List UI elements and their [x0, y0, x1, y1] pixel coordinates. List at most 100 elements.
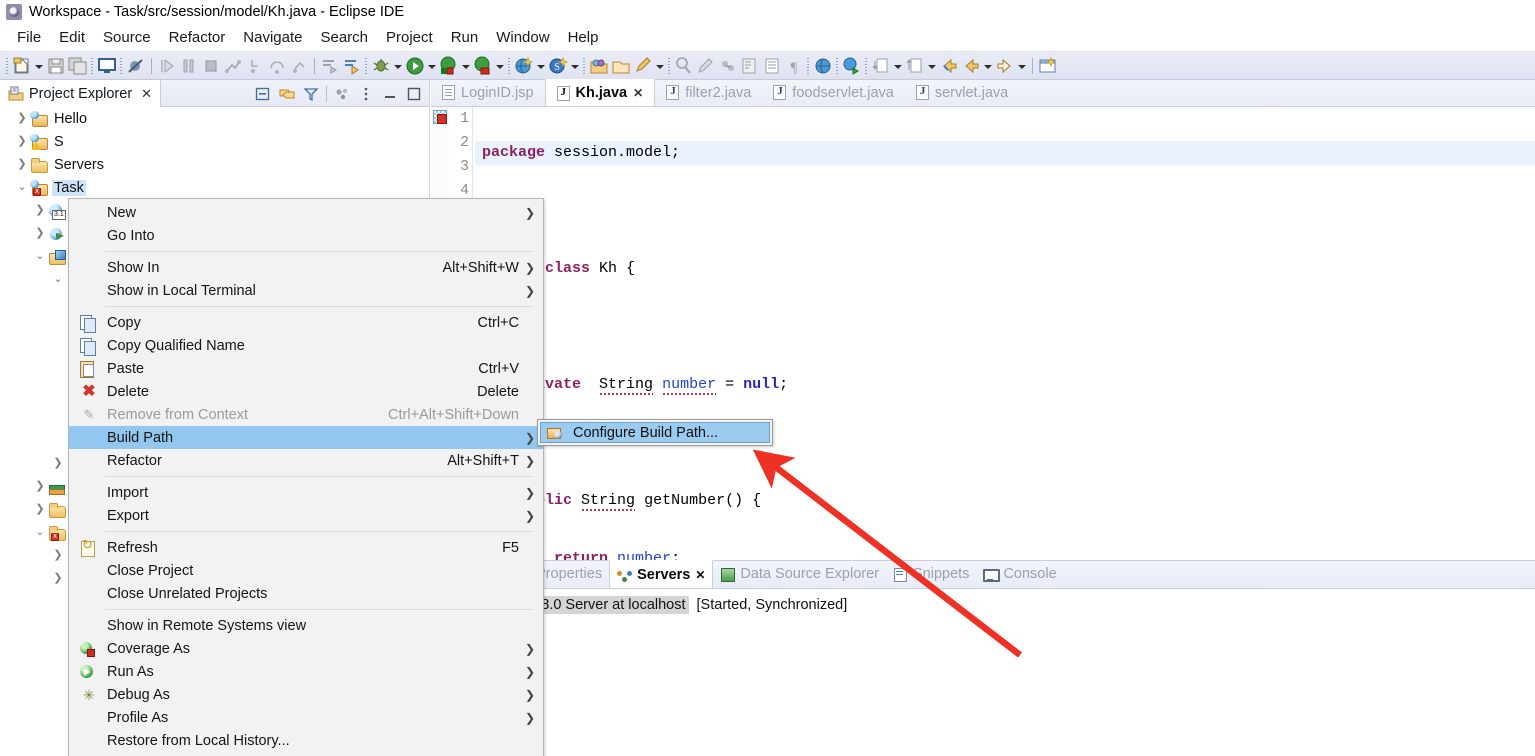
- expand-arrow-icon[interactable]: ❯: [32, 481, 48, 492]
- menu-item-copy[interactable]: Copy Ctrl+C: [69, 311, 543, 334]
- link-with-editor-icon[interactable]: [278, 85, 296, 103]
- view-menu-dots-icon[interactable]: [357, 85, 375, 103]
- tab-snippets[interactable]: Snippets: [886, 560, 976, 588]
- toolbar-grip-9[interactable]: [834, 55, 841, 77]
- servers-view-body[interactable]: v8.0 Server at localhost [Started, Synch…: [431, 593, 1535, 756]
- tab-data-source-explorer[interactable]: Data Source Explorer: [713, 560, 886, 588]
- expand-arrow-icon[interactable]: ❯: [50, 550, 66, 561]
- source-code[interactable]: package session.model; public class Kh {…: [475, 107, 1535, 560]
- menu-file[interactable]: File: [8, 27, 50, 48]
- collapse-arrow-icon[interactable]: ⌄: [50, 274, 66, 285]
- collapse-arrow-icon[interactable]: ⌄: [32, 251, 48, 262]
- code-editor[interactable]: 1 2 3 4 5 6 7 8 9 10 11 12 13 14 15 16 1: [431, 107, 1535, 560]
- next-edit-icon[interactable]: [904, 55, 926, 77]
- forward-dropdown-icon[interactable]: [1016, 55, 1028, 77]
- submenu-item-configure-build-path[interactable]: Configure Build Path...: [540, 422, 770, 443]
- maximize-icon[interactable]: [405, 85, 423, 103]
- collapse-arrow-icon[interactable]: ⌄: [14, 182, 30, 193]
- external-tools-icon[interactable]: [739, 55, 761, 77]
- profile-dropdown-icon[interactable]: [494, 55, 506, 77]
- tree-item-s[interactable]: ❯ S: [0, 130, 429, 153]
- menu-item-export[interactable]: Export ❯: [69, 504, 543, 527]
- tab-servers[interactable]: Servers ✕: [609, 560, 714, 588]
- show-whitespace-icon[interactable]: [761, 55, 783, 77]
- menu-item-show-in[interactable]: Show In Alt+Shift+W ❯: [69, 256, 543, 279]
- build-path-submenu[interactable]: Configure Build Path...: [537, 419, 773, 446]
- menu-item-java-ee-tools[interactable]: Java EE Tools ❯: [69, 752, 543, 756]
- menu-item-restore-from-local-history[interactable]: Restore from Local History...: [69, 729, 543, 752]
- menu-window[interactable]: Window: [487, 27, 558, 48]
- expand-arrow-icon[interactable]: ❯: [14, 159, 30, 170]
- toolbar-grip-8[interactable]: [805, 55, 812, 77]
- toolbar-grip-6[interactable]: [581, 55, 588, 77]
- menu-item-run-as[interactable]: Run As ❯: [69, 660, 543, 683]
- new-server-icon[interactable]: [513, 55, 535, 77]
- save-icon[interactable]: [45, 55, 67, 77]
- search-icon[interactable]: S: [547, 55, 569, 77]
- open-task-icon[interactable]: [610, 55, 632, 77]
- menu-item-show-in-local-terminal[interactable]: Show in Local Terminal ❯: [69, 279, 543, 302]
- menu-item-refresh[interactable]: Refresh F5: [69, 536, 543, 559]
- next-edit-dropdown-icon[interactable]: [926, 55, 938, 77]
- toolbar-grip-10[interactable]: [863, 55, 870, 77]
- menu-item-close-unrelated-projects[interactable]: Close Unrelated Projects: [69, 582, 543, 605]
- minimize-icon[interactable]: [381, 85, 399, 103]
- run-dropdown-icon[interactable]: [426, 55, 438, 77]
- debug-dropdown-icon[interactable]: [392, 55, 404, 77]
- menu-item-refactor[interactable]: Refactor Alt+Shift+T ❯: [69, 449, 543, 472]
- menu-help[interactable]: Help: [559, 27, 608, 48]
- tab-kh-java[interactable]: Kh.java ✕: [544, 79, 656, 106]
- tree-item-task[interactable]: ⌄ Task: [0, 176, 429, 199]
- close-icon[interactable]: ✕: [633, 86, 643, 100]
- open-type-icon[interactable]: [588, 55, 610, 77]
- close-icon[interactable]: ✕: [695, 568, 705, 582]
- step-into-icon[interactable]: [244, 55, 266, 77]
- expand-arrow-icon[interactable]: ❯: [32, 228, 48, 239]
- menu-item-paste[interactable]: Paste Ctrl+V: [69, 357, 543, 380]
- back-icon[interactable]: [938, 55, 960, 77]
- open-console-icon[interactable]: [96, 55, 118, 77]
- menu-edit[interactable]: Edit: [50, 27, 94, 48]
- menu-item-new[interactable]: New ❯: [69, 201, 543, 224]
- next-annotation-icon[interactable]: [319, 55, 341, 77]
- new-perspective-icon[interactable]: [1037, 55, 1059, 77]
- expand-arrow-icon[interactable]: ❯: [32, 205, 48, 216]
- previous-edit-dropdown-icon[interactable]: [892, 55, 904, 77]
- menu-project[interactable]: Project: [377, 27, 442, 48]
- new-java-class-dropdown-icon[interactable]: [654, 55, 666, 77]
- collapse-arrow-icon[interactable]: ⌄: [32, 527, 48, 538]
- menu-item-delete[interactable]: ✖ Delete Delete: [69, 380, 543, 403]
- skip-breakpoints-icon[interactable]: [125, 55, 147, 77]
- run-icon[interactable]: [404, 55, 426, 77]
- tree-item-servers[interactable]: ❯ Servers: [0, 153, 429, 176]
- toolbar-grip-4[interactable]: [363, 55, 370, 77]
- menu-source[interactable]: Source: [94, 27, 160, 48]
- expand-arrow-icon[interactable]: ❯: [14, 136, 30, 147]
- menu-item-close-project[interactable]: Close Project: [69, 559, 543, 582]
- step-over-icon[interactable]: [266, 55, 288, 77]
- disconnect-icon[interactable]: [222, 55, 244, 77]
- open-perspective-icon[interactable]: [841, 55, 863, 77]
- toolbar-grip[interactable]: [4, 55, 11, 77]
- tab-loginid-jsp[interactable]: LoginID.jsp: [431, 79, 545, 106]
- expand-arrow-icon[interactable]: ❯: [14, 113, 30, 124]
- back-history-dropdown-icon[interactable]: [982, 55, 994, 77]
- new-wizard-icon[interactable]: [11, 55, 33, 77]
- new-wizard-dropdown-icon[interactable]: [33, 55, 45, 77]
- tree-item-hello[interactable]: ❯ Hello: [0, 107, 429, 130]
- menu-item-profile-as[interactable]: Profile As ❯: [69, 706, 543, 729]
- profile-icon[interactable]: [472, 55, 494, 77]
- debug-icon[interactable]: [370, 55, 392, 77]
- toolbar-grip-5[interactable]: [506, 55, 513, 77]
- tab-filter2-java[interactable]: filter2.java: [655, 79, 762, 106]
- tab-project-explorer[interactable]: Project Explorer ✕: [0, 80, 162, 107]
- toolbar-grip-7[interactable]: [666, 55, 673, 77]
- coverage-icon[interactable]: [438, 55, 460, 77]
- new-server-dropdown-icon[interactable]: [535, 55, 547, 77]
- pencil-icon[interactable]: [695, 55, 717, 77]
- expand-arrow-icon[interactable]: ❯: [50, 573, 66, 584]
- context-menu[interactable]: New ❯ Go Into Show In Alt+Shift+W ❯ Show…: [68, 198, 544, 756]
- menu-item-build-path[interactable]: Build Path ❯: [69, 426, 543, 449]
- new-java-class-icon[interactable]: [632, 55, 654, 77]
- terminate-icon[interactable]: [200, 55, 222, 77]
